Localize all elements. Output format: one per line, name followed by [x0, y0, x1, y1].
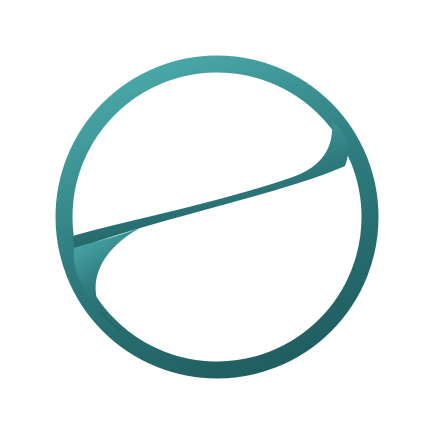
- app-canvas: [0, 0, 434, 434]
- logo-swoosh: [73, 122, 349, 248]
- circle-swoosh-logo-icon: [55, 55, 379, 379]
- logo-ring: [55, 55, 379, 379]
